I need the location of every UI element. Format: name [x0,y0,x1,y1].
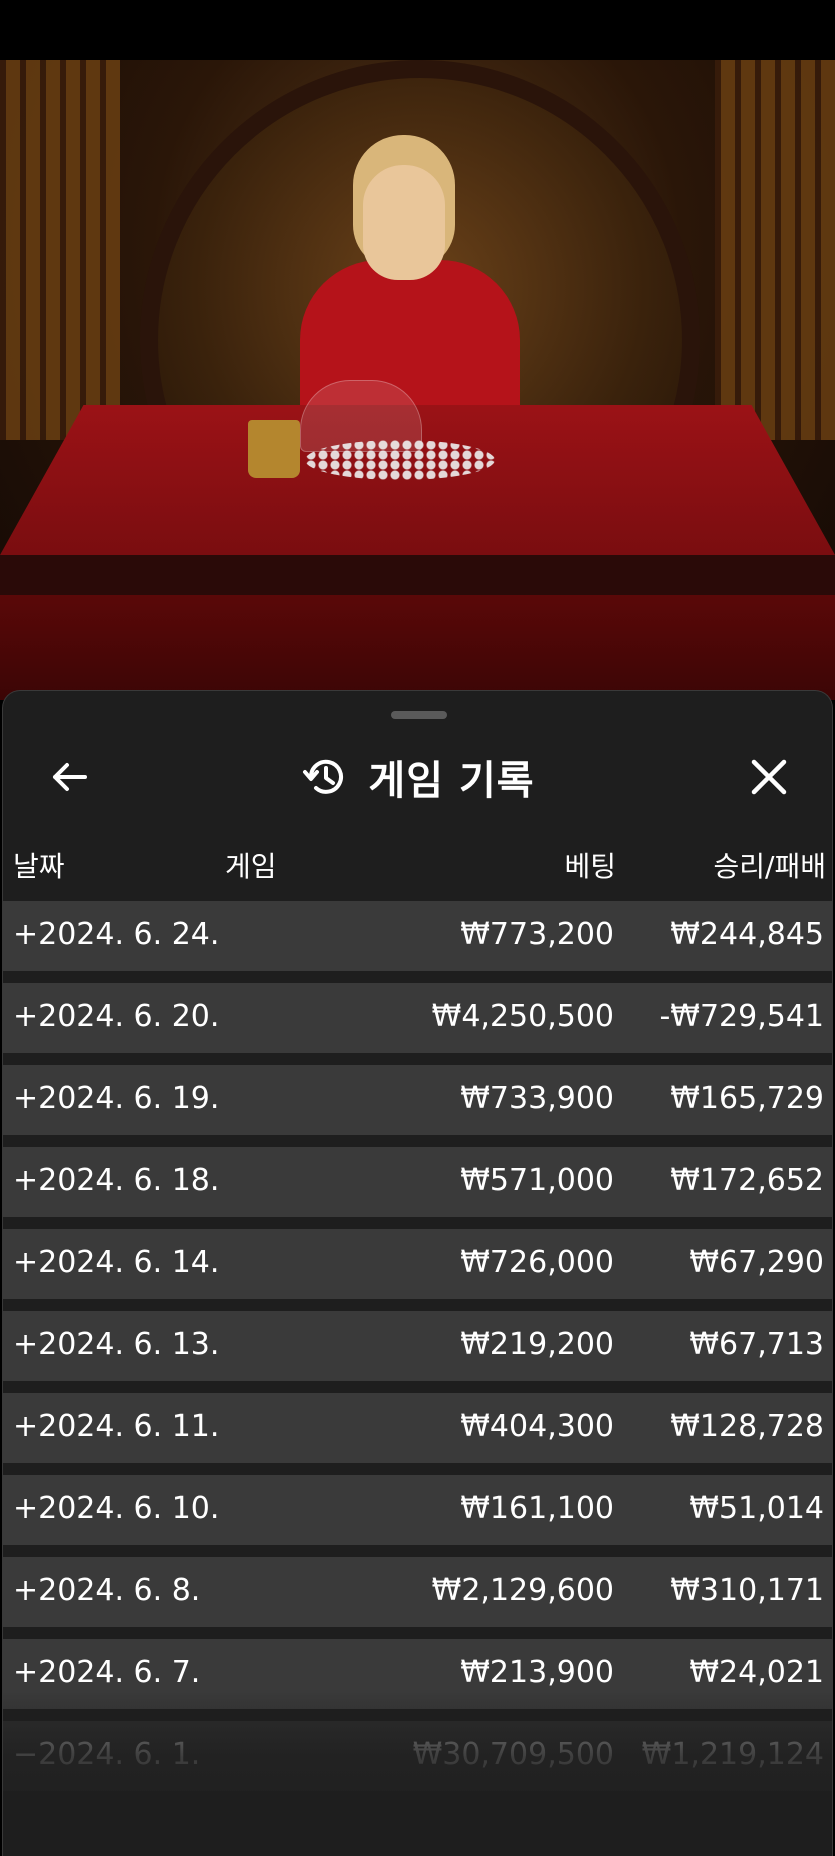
row-bet: ₩773,200 [460,917,614,952]
history-row[interactable]: +2024. 6. 11. ₩404,300 ₩128,728 [3,1393,832,1463]
column-date[interactable]: 날짜 [13,845,65,885]
row-result: ₩67,713 [689,1327,824,1362]
sheet-header: 게임 기록 [3,727,832,837]
row-bet: ₩30,709,500 [412,1737,614,1772]
row-bet: ₩219,200 [460,1327,614,1362]
row-result: ₩244,845 [670,917,824,952]
history-row[interactable]: +2024. 6. 14. ₩726,000 ₩67,290 [3,1229,832,1299]
title-group: 게임 기록 [3,751,832,804]
row-result: ₩310,171 [670,1573,824,1608]
row-bet: ₩213,900 [460,1655,614,1690]
gold-cup [248,420,300,478]
history-icon [303,759,344,794]
column-bet[interactable]: 베팅 [564,845,616,885]
row-date: +2024. 6. 7. [13,1655,201,1690]
column-win-loss[interactable]: 승리/패배 [714,845,826,885]
decor-panel-left [0,60,120,440]
live-video-stream [0,60,835,700]
row-bet: ₩726,000 [460,1245,614,1280]
row-date: +2024. 6. 19. [13,1081,220,1116]
row-bet: ₩2,129,600 [431,1573,614,1608]
history-row[interactable]: +2024. 6. 7. ₩213,900 ₩24,021 [3,1639,832,1709]
row-bet: ₩4,250,500 [431,999,614,1034]
history-row[interactable]: +2024. 6. 13. ₩219,200 ₩67,713 [3,1311,832,1381]
row-date: +2024. 6. 20. [13,999,220,1034]
game-beads [305,440,495,480]
dealer-head [363,165,445,280]
history-row[interactable]: +2024. 6. 8. ₩2,129,600 ₩310,171 [3,1557,832,1627]
row-date: +2024. 6. 10. [13,1491,220,1526]
status-bar [0,0,835,60]
row-date: −2024. 6. 1. [13,1737,201,1772]
row-result: ₩67,290 [689,1245,824,1280]
row-date: +2024. 6. 14. [13,1245,220,1280]
row-result: ₩24,021 [689,1655,824,1690]
close-button[interactable] [743,751,795,803]
close-icon [751,759,787,795]
history-row[interactable]: +2024. 6. 20. ₩4,250,500 -₩729,541 [3,983,832,1053]
row-date: +2024. 6. 18. [13,1163,220,1198]
row-result: ₩165,729 [670,1081,824,1116]
history-row[interactable]: +2024. 6. 19. ₩733,900 ₩165,729 [3,1065,832,1135]
column-headers: 날짜 게임 베팅 승리/패배 [3,837,832,889]
history-row[interactable]: −2024. 6. 1. ₩30,709,500 ₩1,219,124 [3,1721,832,1791]
row-date: +2024. 6. 13. [13,1327,220,1362]
row-bet: ₩733,900 [460,1081,614,1116]
drag-handle[interactable] [391,711,447,719]
row-bet: ₩161,100 [460,1491,614,1526]
history-row[interactable]: +2024. 6. 10. ₩161,100 ₩51,014 [3,1475,832,1545]
row-date: +2024. 6. 8. [13,1573,201,1608]
row-result: ₩128,728 [670,1409,824,1444]
column-game[interactable]: 게임 [225,845,277,885]
row-date: +2024. 6. 24. [13,917,220,952]
row-date: +2024. 6. 11. [13,1409,220,1444]
table-edge [0,555,835,595]
row-result: ₩51,014 [689,1491,824,1526]
row-result: ₩1,219,124 [641,1737,824,1772]
game-history-sheet: 게임 기록 날짜 게임 베팅 승리/패배 +2024. 6. 24. ₩773,… [2,690,833,1856]
page-title: 게임 기록 [368,758,535,804]
row-result: ₩172,652 [670,1163,824,1198]
history-row[interactable]: +2024. 6. 18. ₩571,000 ₩172,652 [3,1147,832,1217]
table-base [0,595,835,700]
row-bet: ₩404,300 [460,1409,614,1444]
decor-panel-right [715,60,835,440]
row-result: -₩729,541 [659,999,824,1034]
row-bet: ₩571,000 [460,1163,614,1198]
history-list: +2024. 6. 24. ₩773,200 ₩244,845 +2024. 6… [3,901,832,1803]
history-row[interactable]: +2024. 6. 24. ₩773,200 ₩244,845 [3,901,832,971]
